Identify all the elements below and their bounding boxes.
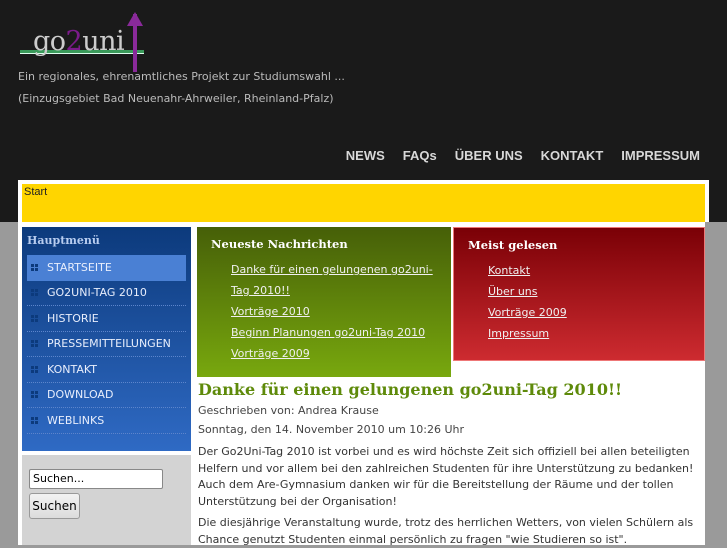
- most-read-link[interactable]: Kontakt: [488, 260, 690, 281]
- go2uni-logo[interactable]: go2uni: [18, 12, 148, 72]
- article-paragraph: Der Go2Uni-Tag 2010 ist vorbei und es wi…: [198, 445, 694, 508]
- logo-go: go: [33, 26, 66, 57]
- latest-news-link[interactable]: Vorträge 2009: [231, 343, 437, 364]
- menu-item-label: PRESSEMITTEILUNGEN: [47, 337, 171, 351]
- right-margin: [705, 222, 727, 545]
- nav-news[interactable]: NEWS: [346, 148, 385, 163]
- menu-item-pressemitteilungen[interactable]: PRESSEMITTEILUNGEN: [27, 332, 186, 357]
- main-menu-title: Hauptmenü: [27, 234, 100, 247]
- logo-arrow-head: [127, 12, 143, 26]
- top-nav: NEWS FAQs ÜBER UNS KONTAKT IMPRESSUM: [346, 148, 700, 163]
- most-read-link[interactable]: Über uns: [488, 281, 690, 302]
- bullet-icon: [31, 264, 38, 272]
- latest-news-title: Neueste Nachrichten: [211, 237, 348, 251]
- search-box: Suchen: [22, 455, 191, 545]
- nav-faqs[interactable]: FAQs: [403, 148, 437, 163]
- logo-uni: uni: [82, 26, 125, 57]
- search-input[interactable]: [29, 468, 163, 489]
- most-read-link[interactable]: Impressum: [488, 323, 690, 344]
- nav-impressum[interactable]: IMPRESSUM: [621, 148, 700, 163]
- menu-item-kontakt[interactable]: KONTAKT: [27, 357, 186, 383]
- article-author: Geschrieben von: Andrea Krause: [198, 404, 379, 417]
- most-read-link[interactable]: Vorträge 2009: [488, 302, 690, 323]
- bullet-icon: [31, 340, 38, 348]
- bullet-icon: [31, 289, 38, 297]
- bullet-icon: [31, 416, 38, 424]
- latest-news-link[interactable]: Vorträge 2010: [231, 301, 437, 322]
- latest-news-box: Neueste Nachrichten Danke für einen gelu…: [197, 227, 451, 377]
- menu-item-historie[interactable]: HISTORIE: [27, 306, 186, 332]
- tagline: Ein regionales, ehrenamtliches Projekt z…: [18, 70, 345, 83]
- article-title[interactable]: Danke für einen gelungenen go2uni-Tag 20…: [198, 380, 703, 399]
- bullet-icon: [31, 391, 38, 399]
- search-button[interactable]: Suchen: [29, 492, 80, 519]
- menu-item-label: WEBLINKS: [47, 413, 105, 427]
- main-menu: Hauptmenü STARTSEITE GO2UNI-TAG 2010 HIS…: [22, 227, 191, 451]
- menu-item-label: GO2UNI-TAG 2010: [47, 286, 147, 300]
- menu-item-label: STARTSEITE: [47, 261, 112, 275]
- article-paragraph: Die diesjährige Veranstaltung wurde, tro…: [198, 516, 694, 546]
- most-read-box: Meist gelesen Kontakt Über uns Vorträge …: [453, 227, 705, 361]
- nav-ueber-uns[interactable]: ÜBER UNS: [455, 148, 523, 163]
- logo-text: go2uni: [33, 26, 125, 57]
- latest-news-link[interactable]: Beginn Planungen go2uni-Tag 2010: [231, 322, 437, 343]
- article: Danke für einen gelungenen go2uni-Tag 20…: [198, 380, 703, 548]
- menu-item-download[interactable]: DOWNLOAD: [27, 383, 186, 408]
- menu-item-label: KONTAKT: [47, 362, 97, 376]
- bullet-icon: [31, 314, 38, 322]
- most-read-title: Meist gelesen: [468, 238, 558, 252]
- menu-item-weblinks[interactable]: WEBLINKS: [27, 408, 186, 434]
- latest-news-link[interactable]: Danke für einen gelungenen go2uni-Tag 20…: [231, 259, 437, 301]
- region-note: (Einzugsgebiet Bad Neuenahr-Ahrweiler, R…: [18, 92, 334, 105]
- logo-2: 2: [65, 26, 83, 57]
- breadcrumb[interactable]: Start: [22, 184, 705, 222]
- menu-item-startseite[interactable]: STARTSEITE: [27, 255, 186, 281]
- article-date: Sonntag, den 14. November 2010 um 10:26 …: [198, 423, 465, 436]
- bullet-icon: [31, 365, 38, 373]
- menu-item-label: HISTORIE: [47, 311, 99, 325]
- menu-item-go2uni-tag[interactable]: GO2UNI-TAG 2010: [27, 281, 186, 306]
- nav-kontakt[interactable]: KONTAKT: [541, 148, 604, 163]
- menu-item-label: DOWNLOAD: [47, 388, 114, 402]
